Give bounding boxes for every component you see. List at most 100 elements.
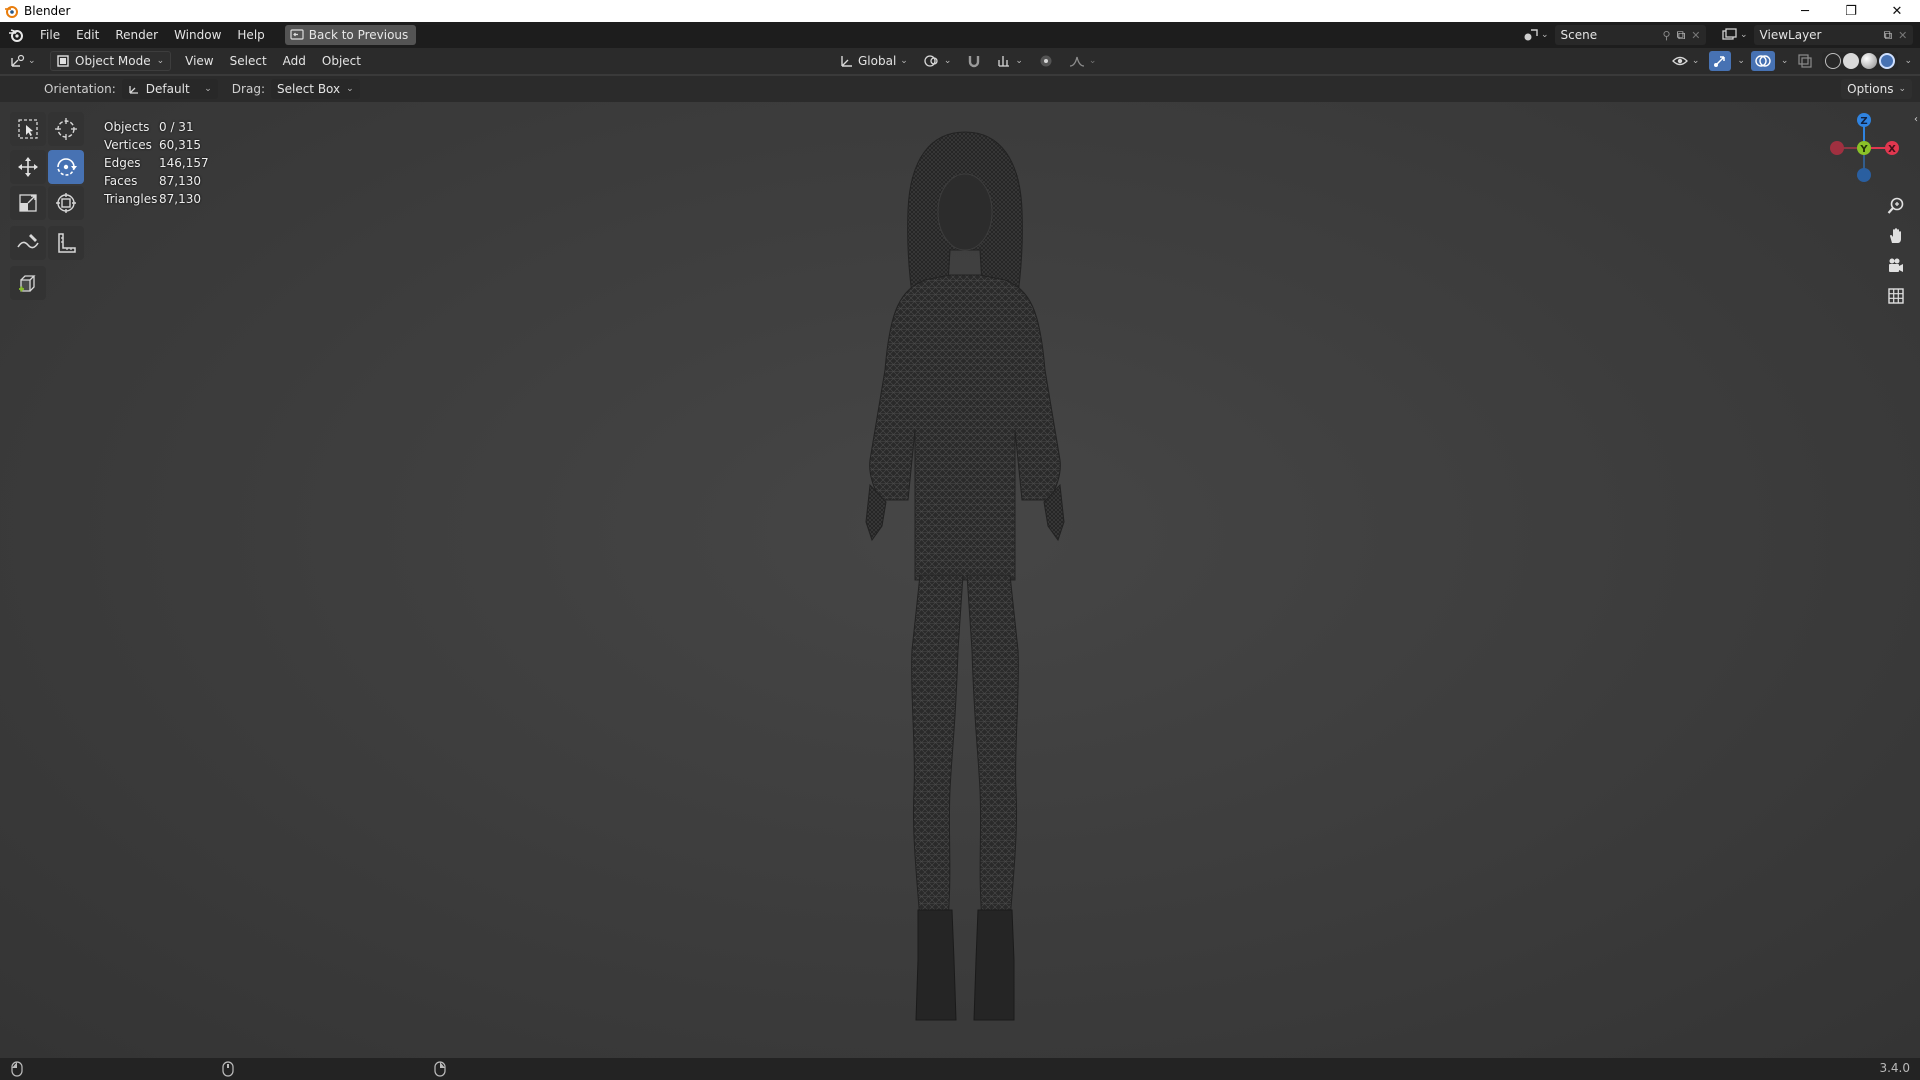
rendered-shading-button[interactable] [1879,53,1896,69]
snap-toggle[interactable] [963,51,985,71]
3d-viewport-icon [11,54,25,67]
transform-icon [56,193,76,213]
view-layer-type-icon[interactable]: ⌄ [1722,28,1748,42]
overlays-icon [1755,55,1771,67]
transform-tools: Global ⌄ ⌄ ⌄ ⌄ [836,51,1100,71]
back-to-previous-button[interactable]: Back to Previous [284,25,417,45]
scene-field[interactable]: Scene ⚲ ⧉ ✕ [1554,25,1707,45]
snap-increment-icon [998,56,1010,67]
drag-value: Select Box [276,82,341,96]
cursor-icon [55,118,77,140]
stat-value: 87,130 [159,192,201,206]
proportional-editing-toggle[interactable] [1035,51,1057,71]
pan-button[interactable] [1882,222,1910,250]
select-box-tool[interactable] [10,112,46,146]
zoom-button[interactable] [1882,192,1910,220]
viewport-menu-view[interactable]: View [177,54,221,68]
camera-view-button[interactable] [1882,252,1910,280]
transform-orientation-dropdown[interactable]: Global ⌄ [836,51,912,71]
viewport-menu-object[interactable]: Object [314,54,369,68]
character-mesh[interactable] [820,130,1110,1032]
options-dropdown[interactable]: Options ⌄ [1841,79,1912,99]
stat-label: Triangles [104,192,158,206]
scale-tool[interactable] [10,186,46,220]
menu-render[interactable]: Render [107,22,166,48]
new-scene-icon[interactable]: ⧉ [1677,28,1686,43]
eye-icon [1671,56,1688,66]
scene-name[interactable]: Scene [1561,28,1657,42]
annotate-tool[interactable] [10,226,46,260]
left-leg-mesh [911,574,964,921]
hand-icon [1890,228,1901,243]
measure-tool[interactable] [48,226,84,260]
remove-scene-icon[interactable]: ✕ [1691,29,1700,42]
rotate-icon [57,158,77,176]
proportional-falloff-dropdown[interactable]: ⌄ [1065,51,1101,71]
close-button[interactable]: ✕ [1874,0,1920,22]
object-mode-icon [57,55,69,67]
stat-value: 0 / 31 [159,120,194,134]
right-boot-mesh [973,909,1015,1021]
snap-target-dropdown[interactable]: ⌄ [993,51,1027,71]
viewport-menu-add[interactable]: Add [275,54,314,68]
3d-viewport[interactable]: Objects 0 / 31 Vertices 60,315 Edges 146,15… [0,102,1920,1058]
global-axes-icon [841,56,852,67]
pivot-icon [924,55,938,67]
cursor-tool[interactable] [48,112,84,146]
scene-type-icon[interactable]: ⌄ [1523,28,1549,42]
gizmo-toggle[interactable] [1709,51,1732,71]
remove-view-layer-icon[interactable]: ✕ [1898,29,1907,42]
material-preview-button[interactable] [1861,53,1878,69]
viewport-menu-select[interactable]: Select [222,54,275,68]
view-layer-name[interactable]: ViewLayer [1760,28,1878,42]
perspective-toggle-button[interactable] [1882,282,1910,310]
stat-label: Objects [104,120,150,134]
add-cube-tool[interactable] [10,266,46,300]
view-layer-selector: ⌄ ViewLayer ⧉ ✕ [1722,24,1914,46]
orientation-dropdown[interactable]: Default ⌄ [121,79,218,99]
new-view-layer-icon[interactable]: ⧉ [1884,28,1893,43]
stat-label: Vertices [104,138,152,152]
viewport-navigation-buttons [1882,192,1912,312]
pin-icon[interactable]: ⚲ [1663,29,1671,42]
menu-file[interactable]: File [32,22,68,48]
zoom-magnifier-icon [1887,197,1904,214]
gizmo-z-label: Z [1860,116,1867,127]
proportional-edit-icon [1040,55,1052,67]
shading-options-dropdown[interactable]: ⌄ [1904,56,1912,66]
drag-dropdown[interactable]: Select Box ⌄ [270,79,360,99]
falloff-curve-icon [1069,56,1084,67]
view-layer-field[interactable]: ViewLayer ⧉ ✕ [1753,25,1914,45]
transform-tool[interactable] [48,186,84,220]
menu-edit[interactable]: Edit [68,22,107,48]
scene-statistics: Objects 0 / 31 Vertices 60,315 Edges 146,15… [104,118,209,208]
minimize-button[interactable]: ─ [1782,0,1828,22]
rotate-tool[interactable] [48,150,84,184]
editor-type-selector[interactable]: ⌄ [10,51,46,71]
right-leg-mesh [966,574,1019,921]
maximize-button[interactable]: ❐ [1828,0,1874,22]
sidebar-expand-arrow[interactable]: ‹ [1914,114,1918,125]
mode-dropdown[interactable]: Object Mode ⌄ [50,51,172,71]
menu-window[interactable]: Window [166,22,229,48]
visibility-dropdown[interactable]: ⌄ [1668,51,1704,71]
scale-icon [19,194,37,212]
xray-toggle[interactable] [1794,51,1816,71]
face-mesh [937,173,993,251]
mouse-middle-icon [222,1061,234,1077]
tool-settings-bar: Orientation: Default ⌄ Drag: Select Box … [0,76,1920,102]
blender-menu-icon[interactable] [0,22,32,48]
xray-icon [1798,54,1813,68]
move-tool[interactable] [10,150,46,184]
navigation-gizmo[interactable]: Z X Y [1818,108,1902,188]
overlays-toggle[interactable] [1750,51,1775,71]
stat-edges-row: Edges 146,157 [104,154,209,172]
menu-help[interactable]: Help [229,22,272,48]
stat-objects-row: Objects 0 / 31 [104,118,209,136]
gizmo-options-dropdown[interactable]: ⌄ [1737,56,1745,66]
pivot-point-dropdown[interactable]: ⌄ [920,51,956,71]
wireframe-shading-button[interactable] [1825,53,1842,69]
solid-shading-button[interactable] [1843,53,1860,69]
overlays-options-dropdown[interactable]: ⌄ [1781,56,1789,66]
mouse-left-icon [11,1061,23,1077]
